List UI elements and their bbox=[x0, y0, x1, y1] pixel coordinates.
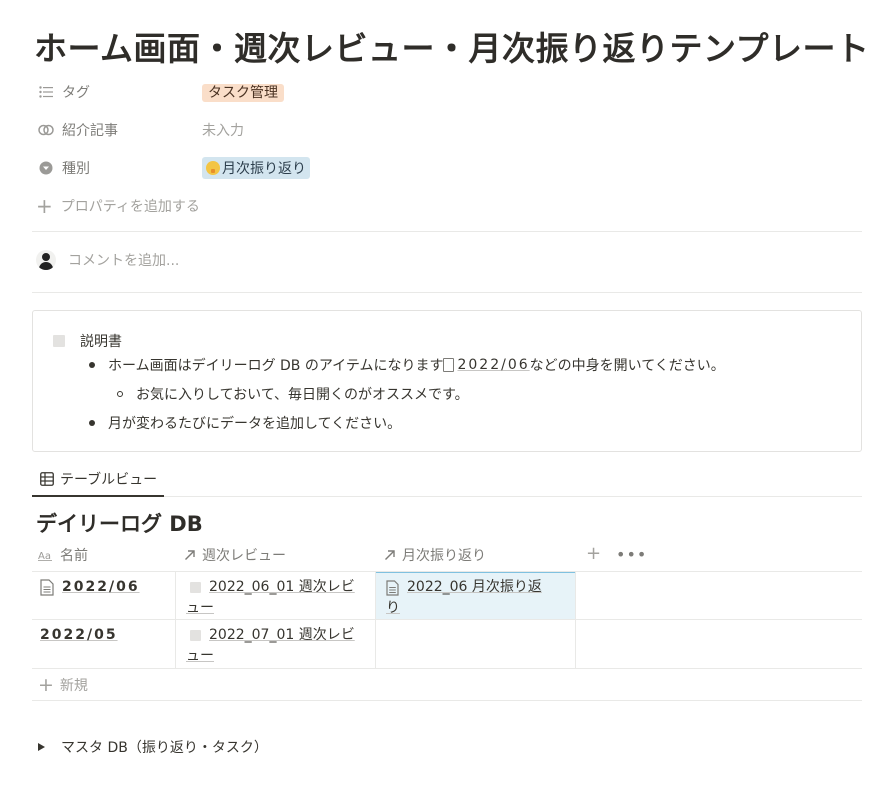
new-row-button[interactable]: + 新規 bbox=[38, 675, 88, 695]
toggle-triangle-icon[interactable] bbox=[38, 743, 45, 751]
callout-block: 説明書 ホーム画面はデイリーログ DB のアイテムになります 2022/06 な… bbox=[32, 310, 862, 452]
select-icon bbox=[36, 158, 56, 178]
plus-icon: + bbox=[36, 194, 53, 218]
table-cell-weekly[interactable]: 2022_07_01 週次レビ ュー bbox=[186, 625, 368, 667]
bullet-item: ホーム画面はデイリーログ DB のアイテムになります 2022/06 などの中身… bbox=[89, 355, 725, 375]
table-row-name[interactable]: 2022/05 bbox=[40, 625, 118, 646]
page-title[interactable]: ホーム画面・週次レビュー・月次振り返りテンプレート bbox=[34, 22, 870, 70]
sub-bullet-item: お気に入りしておいて、毎日開くのがオススメです。 bbox=[117, 384, 469, 404]
divider bbox=[32, 292, 862, 293]
property-row-tag[interactable]: タグ タスク管理 bbox=[32, 77, 862, 107]
type-badge[interactable]: 月次振り返り bbox=[202, 157, 310, 179]
database-title[interactable]: デイリーログ DB bbox=[36, 508, 203, 538]
toggle-master-db[interactable]: マスタ DB（振り返り・タスク） bbox=[38, 737, 268, 757]
add-property-button[interactable]: + プロパティを追加する bbox=[36, 196, 200, 216]
page-icon bbox=[443, 358, 455, 372]
divider bbox=[32, 231, 862, 232]
column-divider bbox=[575, 572, 576, 668]
table-cell-monthly[interactable]: 2022_06 月次振り返 り bbox=[386, 577, 568, 619]
chick-icon bbox=[206, 161, 220, 175]
relation-icon bbox=[36, 120, 56, 140]
page-icon bbox=[190, 630, 201, 641]
page-link[interactable]: 2022/06 bbox=[443, 357, 529, 373]
svg-text:Aa: Aa bbox=[38, 551, 51, 561]
table-icon bbox=[40, 471, 54, 486]
bullet-dot bbox=[89, 420, 95, 426]
page-icon bbox=[190, 582, 201, 593]
view-tabbar: テーブルビュー bbox=[32, 462, 862, 497]
property-label-tag: タグ bbox=[62, 85, 90, 101]
page-icon bbox=[386, 579, 399, 596]
property-row-article[interactable]: 紹介記事 未入力 bbox=[32, 115, 862, 145]
callout-title: 説明書 bbox=[80, 334, 122, 350]
relation-arrow-icon bbox=[184, 549, 196, 561]
column-divider bbox=[175, 572, 176, 668]
divider bbox=[32, 619, 862, 620]
comment-input[interactable]: コメントを追加... bbox=[36, 250, 179, 270]
bullet-circle bbox=[117, 391, 123, 397]
property-value-empty[interactable]: 未入力 bbox=[202, 120, 244, 140]
add-column-icon[interactable]: + bbox=[586, 545, 601, 563]
list-icon bbox=[36, 82, 56, 102]
tag-badge[interactable]: タスク管理 bbox=[202, 84, 284, 102]
column-header-weekly[interactable]: 週次レビュー bbox=[184, 540, 286, 570]
avatar bbox=[36, 250, 56, 270]
page-icon bbox=[40, 579, 54, 596]
property-row-type[interactable]: 種別 月次振り返り bbox=[32, 153, 862, 183]
divider bbox=[32, 668, 862, 669]
callout-icon bbox=[53, 335, 65, 347]
plus-icon: + bbox=[38, 673, 54, 696]
property-label-article: 紹介記事 bbox=[62, 123, 118, 139]
relation-arrow-icon bbox=[384, 549, 396, 561]
column-header-name[interactable]: Aa 名前 bbox=[38, 540, 88, 570]
text-icon: Aa bbox=[38, 549, 54, 561]
bullet-dot bbox=[89, 362, 95, 368]
column-header-monthly[interactable]: 月次振り返り bbox=[384, 540, 486, 570]
column-divider bbox=[375, 572, 376, 668]
table-row-name[interactable]: 2022/06 bbox=[40, 577, 140, 598]
divider bbox=[32, 700, 862, 701]
property-label-type: 種別 bbox=[62, 161, 90, 177]
bullet-item: 月が変わるたびにデータを追加してください。 bbox=[89, 413, 401, 433]
table-cell-weekly[interactable]: 2022_06_01 週次レビ ュー bbox=[186, 577, 368, 619]
more-options-icon[interactable]: ••• bbox=[616, 545, 647, 564]
tab-table-view[interactable]: テーブルビュー bbox=[32, 462, 164, 497]
